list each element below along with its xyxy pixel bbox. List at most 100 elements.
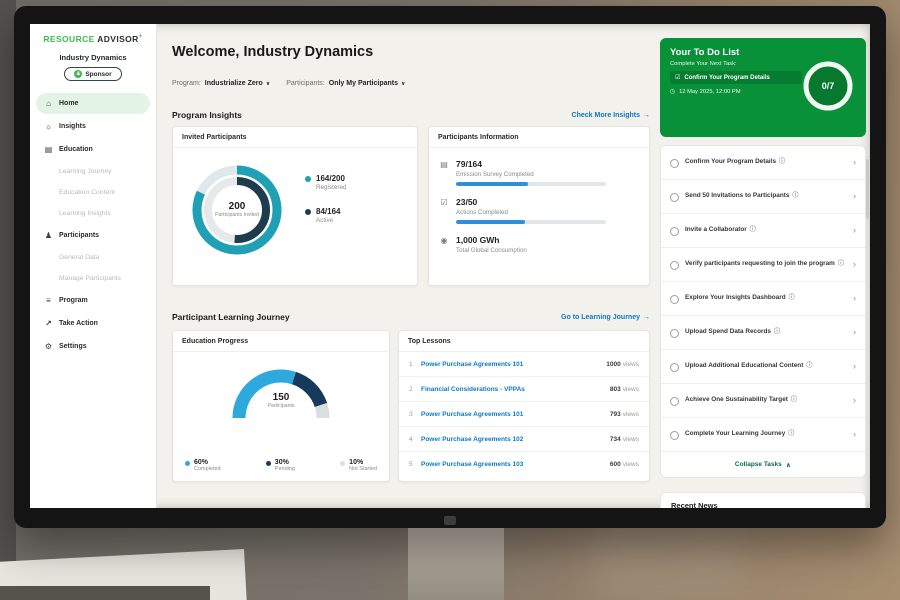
nav-label: Education Content — [59, 189, 115, 196]
take-action-icon: ↗ — [44, 319, 53, 328]
chevron-right-icon: › — [853, 396, 856, 405]
nav-label: Insights — [59, 123, 86, 130]
task-checkbox[interactable] — [670, 261, 679, 270]
task-send-invitations[interactable]: Send 50 Invitations to Participantsⓘ › — [661, 180, 865, 214]
task-confirm-program[interactable]: Confirm Your Program Detailsⓘ › — [661, 146, 865, 180]
info-icon[interactable]: ⓘ — [779, 159, 785, 165]
views-label: views — [623, 461, 639, 468]
nav-label: Settings — [59, 343, 87, 350]
check-more-insights-link[interactable]: Check More Insights → — [572, 112, 650, 119]
info-icon[interactable]: ⓘ — [792, 193, 798, 199]
info-icon[interactable]: ⓘ — [838, 261, 844, 267]
consumption-value: 1,000 GWh — [456, 235, 527, 245]
sidebar-item-learning-insights[interactable]: Learning Insights — [36, 204, 150, 223]
clock-icon: ◷ — [670, 89, 675, 95]
education-progress-card: Education Progress 150 Participants 60% … — [172, 330, 390, 482]
sidebar-item-take-action[interactable]: ↗ Take Action — [36, 313, 150, 334]
monitor-stand — [408, 526, 504, 600]
dashboard-screen: RESOURCE ADVISOR+ Industry Dynamics ♟ Sp… — [30, 24, 870, 508]
settings-icon: ⚙ — [44, 342, 53, 351]
info-icon[interactable]: ⓘ — [791, 397, 797, 403]
pending-label: Pending — [275, 466, 295, 472]
home-icon: ⌂ — [44, 99, 53, 108]
due-date: 12 May 2025, 12:00 PM — [679, 89, 741, 95]
participants-select[interactable]: Only My Participants ∨ — [329, 80, 406, 87]
nav-label: Participants — [59, 232, 99, 239]
sidebar-item-education[interactable]: ▤ Education — [36, 139, 150, 160]
next-task-chip[interactable]: ☑ Confirm Your Program Details — [670, 71, 802, 84]
sidebar-item-program[interactable]: ≡ Program — [36, 290, 150, 311]
task-checkbox[interactable] — [670, 431, 679, 440]
todo-summary-card: Your To Do List Complete Your Next Task:… — [660, 38, 866, 137]
task-label: Invite a Collaborator — [685, 226, 747, 233]
task-achieve-target[interactable]: Achieve One Sustainability Targetⓘ › — [661, 384, 865, 418]
info-icon[interactable]: ⓘ — [806, 363, 812, 369]
task-upload-educational-content[interactable]: Upload Additional Educational Contentⓘ › — [661, 350, 865, 384]
task-checkbox[interactable] — [670, 193, 679, 202]
sidebar-item-education-content[interactable]: Education Content — [36, 183, 150, 202]
legend-pending: 30% Pending — [266, 459, 295, 472]
task-upload-spend-data[interactable]: Upload Spend Data Recordsⓘ › — [661, 316, 865, 350]
filter-bar: Program: Industrialize Zero ∨ Participan… — [172, 80, 405, 87]
info-icon[interactable]: ⓘ — [789, 295, 795, 301]
lesson-link[interactable]: Power Purchase Agreements 101 — [421, 411, 604, 418]
task-checkbox[interactable] — [670, 397, 679, 406]
task-explore-insights[interactable]: Explore Your Insights Dashboardⓘ › — [661, 282, 865, 316]
collapse-tasks-button[interactable]: Collapse Tasks ∧ — [661, 452, 865, 477]
link-label: Go to Learning Journey — [561, 314, 640, 321]
task-checkbox[interactable] — [670, 295, 679, 304]
sponsor-badge[interactable]: ♟ Sponsor — [64, 67, 122, 81]
todo-tasks-card: Confirm Your Program Detailsⓘ › Send 50 … — [660, 145, 866, 478]
lesson-link[interactable]: Power Purchase Agreements 102 — [421, 436, 604, 443]
insights-icon: ☼ — [44, 122, 53, 131]
emission-survey-row: ▤ 79/164 Emission Survey Completed — [429, 148, 649, 186]
task-verify-participants[interactable]: Verify participants requesting to join t… — [661, 248, 865, 282]
lesson-link[interactable]: Power Purchase Agreements 103 — [421, 461, 604, 468]
invited-legend: 164/200 Registered 84/164 Active — [305, 174, 346, 224]
education-gauge-chart — [221, 360, 341, 426]
task-checkbox[interactable] — [670, 363, 679, 372]
sidebar-item-participants[interactable]: ♟ Participants — [36, 225, 150, 246]
task-checkbox[interactable] — [670, 329, 679, 338]
program-icon: ≡ — [44, 296, 53, 305]
gauge-chart-area: 150 Participants 60% Completed 3 — [173, 352, 389, 480]
info-icon[interactable]: ⓘ — [788, 431, 794, 437]
task-label: Achieve One Sustainability Target — [685, 396, 788, 403]
sidebar-item-manage-participants[interactable]: Manage Participants — [36, 269, 150, 288]
lesson-views: 793 — [610, 411, 621, 418]
task-complete-learning-journey[interactable]: Complete Your Learning Journeyⓘ › — [661, 418, 865, 452]
task-invite-collaborator[interactable]: Invite a Collaboratorⓘ › — [661, 214, 865, 248]
task-checkbox[interactable] — [670, 227, 679, 236]
desk-edge — [0, 586, 210, 600]
consumption-row: ◉ 1,000 GWh Total Global Consumption — [429, 224, 649, 258]
sidebar-item-home[interactable]: ⌂ Home — [36, 93, 150, 114]
logo-secondary: ADVISOR — [97, 34, 139, 44]
sidebar-item-general-data[interactable]: General Data — [36, 248, 150, 267]
chevron-down-icon: ∨ — [401, 81, 405, 87]
active-value: 84/164 — [316, 207, 340, 216]
info-icon[interactable]: ⓘ — [750, 227, 756, 233]
go-to-learning-journey-link[interactable]: Go to Learning Journey → — [561, 314, 650, 321]
lesson-rank: 4 — [409, 436, 415, 443]
lesson-link[interactable]: Power Purchase Agreements 101 — [421, 361, 600, 368]
task-checkbox[interactable] — [670, 159, 679, 168]
sidebar-item-insights[interactable]: ☼ Insights — [36, 116, 150, 137]
invited-donut-chart — [185, 158, 289, 262]
lesson-link[interactable]: Financial Considerations - VPPAs — [421, 386, 604, 393]
survey-progress-fill — [456, 182, 528, 186]
next-task-label: Confirm Your Program Details — [684, 75, 769, 81]
scrollbar-thumb[interactable] — [866, 159, 869, 219]
sidebar-item-settings[interactable]: ⚙ Settings — [36, 336, 150, 357]
not-started-dot-icon — [340, 461, 345, 466]
actions-label: Actions Completed — [456, 209, 606, 216]
lesson-row: 1 Power Purchase Agreements 101 1000view… — [399, 352, 649, 377]
section-title: Participant Learning Journey — [172, 312, 290, 322]
task-label: Send 50 Invitations to Participants — [685, 192, 789, 199]
info-icon[interactable]: ⓘ — [774, 329, 780, 335]
sidebar-item-learning-journey[interactable]: Learning Journey — [36, 162, 150, 181]
org-name: Industry Dynamics — [30, 53, 156, 62]
chevron-right-icon: › — [853, 226, 856, 235]
program-select[interactable]: Industrialize Zero ∨ — [205, 80, 270, 87]
legend-completed: 60% Completed — [185, 459, 221, 472]
task-label: Explore Your Insights Dashboard — [685, 294, 786, 301]
